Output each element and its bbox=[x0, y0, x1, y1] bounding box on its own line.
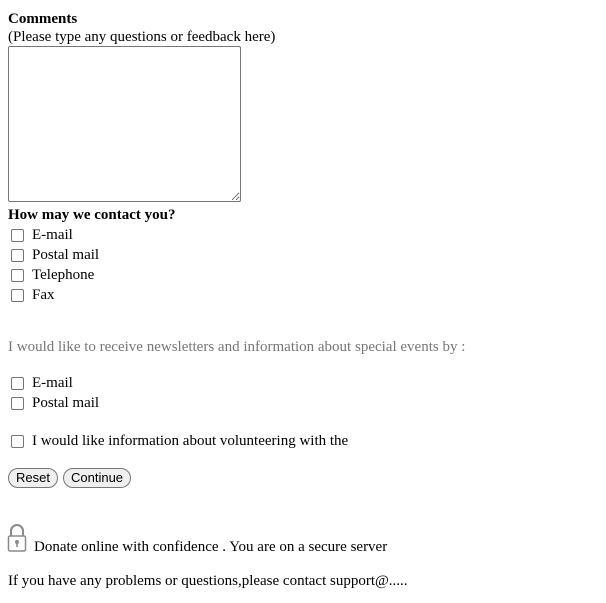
newsletter-prompt: I would like to receive newsletters and … bbox=[8, 339, 466, 355]
contact-telephone-checkbox[interactable] bbox=[11, 268, 24, 282]
contact-fax-checkbox[interactable] bbox=[11, 288, 24, 302]
secure-notice: Donate online with confidence . You are … bbox=[34, 539, 388, 555]
contact-option-email[interactable]: E-mail bbox=[11, 226, 73, 244]
newsletter-option-email[interactable]: E-mail bbox=[11, 374, 73, 392]
contact-postal-label: Postal mail bbox=[32, 247, 100, 263]
contact-email-checkbox[interactable] bbox=[11, 228, 24, 242]
support-notice: If you have any problems or questions,pl… bbox=[8, 573, 408, 589]
contact-option-postal[interactable]: Postal mail bbox=[11, 246, 99, 264]
contact-fax-label: Fax bbox=[32, 287, 55, 303]
contact-email-label: E-mail bbox=[32, 227, 73, 243]
comments-heading: Comments bbox=[8, 11, 78, 27]
reset-button[interactable]: Reset bbox=[8, 468, 58, 488]
contact-telephone-label: Telephone bbox=[32, 267, 95, 283]
newsletter-email-label: E-mail bbox=[32, 375, 73, 391]
volunteer-option[interactable]: I would like information about volunteer… bbox=[11, 432, 348, 450]
lock-icon bbox=[7, 524, 27, 552]
contact-option-fax[interactable]: Fax bbox=[11, 286, 55, 304]
comments-hint: (Please type any questions or feedback h… bbox=[8, 29, 276, 45]
newsletter-email-checkbox[interactable] bbox=[11, 376, 24, 390]
continue-button[interactable]: Continue bbox=[63, 468, 132, 488]
newsletter-postal-checkbox[interactable] bbox=[11, 396, 24, 410]
newsletter-option-postal[interactable]: Postal mail bbox=[11, 394, 99, 412]
contact-option-telephone[interactable]: Telephone bbox=[11, 266, 94, 284]
volunteer-label: I would like information about volunteer… bbox=[32, 433, 349, 449]
contact-postal-checkbox[interactable] bbox=[11, 248, 24, 262]
volunteer-checkbox[interactable] bbox=[11, 434, 24, 448]
comments-textarea[interactable] bbox=[8, 46, 241, 202]
contact-heading: How may we contact you? bbox=[8, 207, 176, 223]
newsletter-postal-label: Postal mail bbox=[32, 395, 100, 411]
